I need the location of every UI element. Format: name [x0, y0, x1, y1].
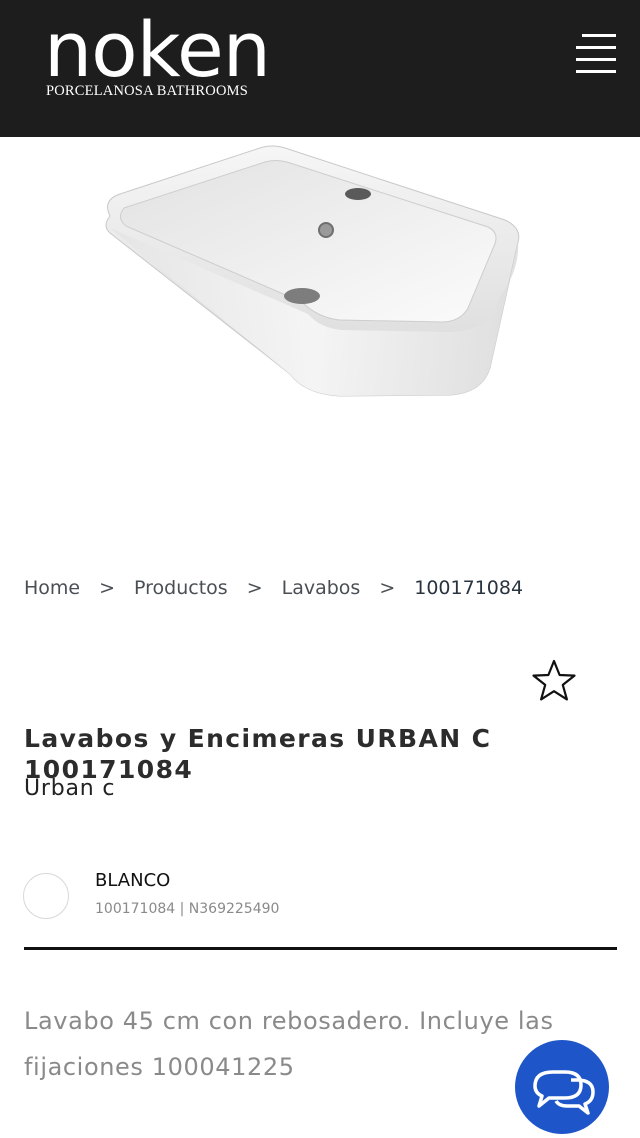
chat-button[interactable] — [515, 1040, 609, 1134]
breadcrumb-lavabos[interactable]: Lavabos — [282, 577, 361, 599]
noken-logo[interactable]: noken PORCELANOSA BATHROOMS — [44, 5, 271, 100]
breadcrumb-separator: > — [379, 577, 396, 599]
product-subtitle: Urban c — [24, 776, 116, 801]
star-outline-icon[interactable] — [531, 658, 577, 704]
breadcrumb: Home > Productos > Lavabos >100171084 — [24, 577, 523, 599]
product-image — [80, 138, 540, 408]
breadcrumb-home[interactable]: Home — [24, 577, 80, 599]
product-codes: 100171084 | N369225490 — [95, 901, 280, 917]
breadcrumb-separator: > — [246, 577, 263, 599]
color-name: BLANCO — [95, 870, 171, 891]
chat-bubbles-icon — [533, 1070, 595, 1115]
logo-tagline: PORCELANOSA BATHROOMS — [46, 83, 249, 99]
site-header: noken PORCELANOSA BATHROOMS — [0, 0, 640, 137]
breadcrumb-current: 100171084 — [414, 577, 524, 599]
section-divider — [24, 947, 617, 950]
breadcrumb-separator: > — [99, 577, 116, 599]
product-description: Lavabo 45 cm con rebosadero. Incluye las… — [24, 1007, 554, 1081]
breadcrumb-productos[interactable]: Productos — [134, 577, 228, 599]
logo-wordmark: noken — [44, 5, 271, 94]
hamburger-menu-icon[interactable] — [572, 30, 618, 76]
color-swatch[interactable] — [23, 873, 69, 919]
